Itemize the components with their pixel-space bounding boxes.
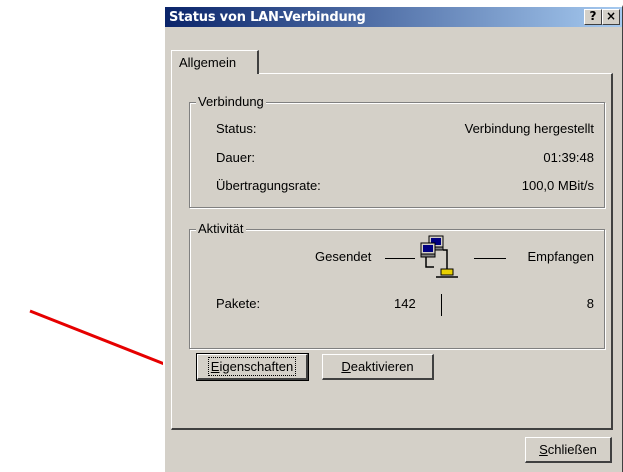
window-title: Status von LAN-Verbindung [169, 10, 366, 25]
tab-label: Allgemein [179, 55, 237, 70]
duration-value: 01:39:48 [543, 150, 594, 165]
connection-group-title: Verbindung [196, 94, 266, 109]
status-label: Status: [216, 121, 257, 136]
close-label: chließen [547, 442, 597, 457]
activity-group: Aktivität Gesendet Empfangen Pakete: 142… [189, 221, 605, 349]
network-computers-icon [420, 235, 458, 278]
packets-received-value: 8 [586, 296, 594, 311]
speed-value: 100,0 MBit/s [521, 178, 594, 193]
status-dialog: Status von LAN-Verbindung ? × Allgemein … [163, 5, 623, 472]
sent-line [385, 258, 415, 259]
packets-label: Pakete: [216, 296, 261, 311]
speed-label: Übertragungsrate: [216, 178, 321, 193]
packets-sent-value: 142 [394, 296, 416, 311]
tab-allgemein[interactable]: Allgemein [171, 50, 259, 74]
help-button[interactable]: ? [584, 9, 602, 25]
close-dialog-button[interactable]: Schließen [525, 437, 612, 463]
duration-label: Dauer: [216, 150, 256, 165]
title-bar: Status von LAN-Verbindung ? × [165, 7, 622, 27]
properties-button[interactable]: Eigenschaften [196, 353, 309, 381]
sent-label: Gesendet [315, 249, 372, 264]
deactivate-accel: D [341, 359, 351, 374]
properties-button-label: Eigenschaften [207, 357, 297, 376]
deactivate-label: eaktivieren [350, 359, 414, 374]
deactivate-button[interactable]: Deaktivieren [322, 354, 434, 380]
connection-group: Verbindung Status: Verbindung hergestell… [189, 94, 605, 208]
close-button[interactable]: × [602, 9, 620, 25]
activity-group-title: Aktivität [196, 221, 246, 236]
received-label: Empfangen [527, 249, 595, 264]
received-line [474, 258, 506, 259]
packets-divider [441, 294, 442, 316]
close-accel: S [539, 442, 548, 457]
status-value: Verbindung hergestellt [464, 121, 594, 136]
